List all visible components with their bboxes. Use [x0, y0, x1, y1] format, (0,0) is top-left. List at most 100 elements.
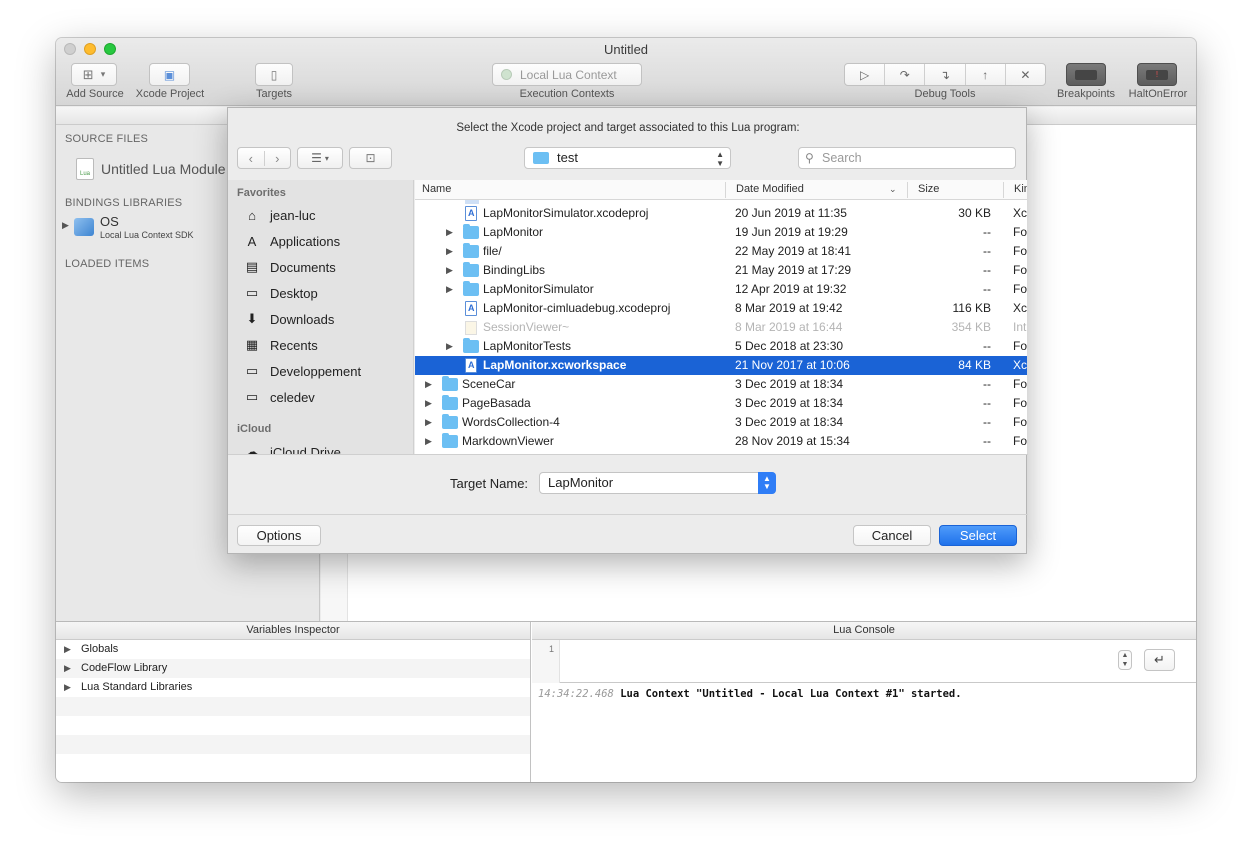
favorite-icloud-drive[interactable]: ☁ iCloud Drive — [242, 442, 341, 454]
file-row[interactable]: LapMonitor-cimluadebug.xcodeproj 8 Mar 2… — [415, 299, 1027, 318]
target-name-popup[interactable]: LapMonitor ▲ ▼ — [539, 472, 776, 494]
disclosure-triangle-icon[interactable]: ▶ — [64, 640, 71, 659]
add-source-button[interactable]: ⊞ ▾ — [71, 63, 117, 86]
disclosure-triangle-icon[interactable]: ▶ — [425, 413, 432, 432]
xcode-project-button[interactable]: ▣ — [149, 63, 190, 86]
disclosure-triangle-icon[interactable]: ▶ — [62, 220, 69, 231]
variable-row-empty — [56, 754, 530, 773]
favorite-desktop[interactable]: ▭ Desktop — [242, 283, 318, 303]
favorite-applications[interactable]: A Applications — [242, 231, 340, 251]
back-icon[interactable]: ‹ — [238, 150, 265, 166]
favorite-celedev[interactable]: ▭ celedev — [242, 387, 315, 407]
history-stepper[interactable]: ▲ ▼ — [1118, 650, 1132, 670]
target-device-icon: ▯ — [270, 67, 278, 82]
source-file-item[interactable]: Lua Untitled Lua Module — [76, 157, 226, 181]
disclosure-triangle-icon[interactable]: ▶ — [64, 659, 71, 678]
disclosure-triangle-icon[interactable]: ▶ — [425, 394, 432, 413]
select-button[interactable]: Select — [939, 525, 1017, 546]
file-row[interactable]: ▶ WordsCollection-4 3 Dec 2019 at 18:34 … — [415, 413, 1027, 432]
disclosure-triangle-icon[interactable]: ▶ — [446, 337, 453, 356]
disclosure-triangle-icon[interactable]: ▶ — [425, 375, 432, 394]
column-date-modified[interactable]: Date Modified — [736, 183, 804, 195]
favorites-heading: Favorites — [237, 187, 286, 199]
log-timestamp: 14:34:22.468 — [538, 688, 614, 700]
search-placeholder: Search — [822, 151, 862, 165]
forward-icon[interactable]: › — [265, 151, 291, 166]
disclosure-triangle-icon[interactable]: ▶ — [446, 280, 453, 299]
file-kind: Fo — [1013, 282, 1027, 296]
disclosure-triangle-icon[interactable]: ▶ — [446, 261, 453, 280]
add-source-label: Add Source — [66, 88, 124, 100]
column-size[interactable]: Size — [918, 183, 939, 195]
execution-context-selector[interactable]: Local Lua Context — [492, 63, 642, 86]
targets-button[interactable]: ▯ — [255, 63, 293, 86]
disclosure-triangle-icon[interactable]: ▶ — [64, 678, 71, 697]
file-kind: Fo — [1013, 396, 1027, 410]
file-date: 21 May 2019 at 17:29 — [735, 263, 852, 277]
file-row[interactable]: ▶ MarkdownViewer 28 Nov 2019 at 15:34 --… — [415, 432, 1027, 451]
options-button[interactable]: Options — [237, 525, 321, 546]
file-row[interactable]: ▶ file/ 22 May 2019 at 18:41 -- Fo — [415, 242, 1027, 261]
new-folder-button[interactable]: ⊡ — [349, 147, 392, 169]
file-row[interactable]: ▶ LapMonitor 19 Jun 2019 at 19:29 -- Fo — [415, 223, 1027, 242]
dialog-footer: Options Cancel Select — [228, 514, 1028, 555]
location-popup[interactable]: test ▲ ▼ — [524, 147, 731, 169]
file-size: -- — [983, 396, 991, 410]
execute-button[interactable]: ↵ — [1144, 649, 1175, 671]
step-out-icon[interactable]: ↑ — [966, 64, 1006, 85]
variables-inspector-header: Variables Inspector — [56, 622, 530, 640]
disclosure-triangle-icon[interactable]: ▶ — [425, 432, 432, 451]
file-row[interactable]: ▶ PageBasada 3 Dec 2019 at 18:34 -- Fo — [415, 394, 1027, 413]
file-row[interactable]: ▶ LapMonitorTests 5 Dec 2018 at 23:30 --… — [415, 337, 1027, 356]
loaded-items-heading: LOADED ITEMS — [65, 258, 150, 270]
favorite-documents[interactable]: ▤ Documents — [242, 257, 336, 277]
desktop-icon: ▭ — [245, 285, 259, 300]
variable-row-lua-std[interactable]: ▶ Lua Standard Libraries — [56, 678, 530, 697]
column-separator — [725, 182, 726, 198]
view-mode-button[interactable]: ☰ ▾ — [297, 147, 343, 169]
file-row[interactable]: LapMonitorSimulator.xcodeproj 20 Jun 201… — [415, 204, 1027, 223]
favorite-developpement[interactable]: ▭ Developpement — [242, 361, 361, 381]
file-date: 8 Mar 2019 at 16:44 — [735, 320, 843, 334]
column-name[interactable]: Name — [422, 183, 451, 195]
breakpoint-icon — [1075, 69, 1097, 80]
search-field[interactable]: ⚲ Search — [798, 147, 1016, 169]
file-row[interactable]: ▶ SceneCar 3 Dec 2019 at 18:34 -- Fo — [415, 375, 1027, 394]
disclosure-triangle-icon[interactable]: ▶ — [446, 223, 453, 242]
variable-row-codeflow[interactable]: ▶ CodeFlow Library — [56, 659, 530, 678]
halt-on-error-button[interactable]: ! — [1137, 63, 1177, 86]
file-name: WordsCollection-4 — [462, 415, 560, 429]
column-kind[interactable]: Kin — [1014, 183, 1027, 195]
file-name: LapMonitor — [483, 225, 544, 239]
step-into-icon[interactable]: ↴ — [925, 64, 966, 85]
cancel-button[interactable]: Cancel — [853, 525, 931, 546]
window-title: Untitled — [603, 42, 649, 57]
select-xcode-project-dialog: Select the Xcode project and target asso… — [227, 107, 1028, 555]
console-input-area[interactable]: 1 ▲ ▼ ↵ — [532, 640, 1196, 683]
file-size: -- — [983, 434, 991, 448]
favorite-label: celedev — [270, 389, 315, 405]
file-kind: Xc — [1013, 206, 1027, 220]
disclosure-triangle-icon[interactable]: ▶ — [446, 242, 453, 261]
file-name: LapMonitor.xcworkspace — [483, 358, 627, 372]
file-row[interactable]: ▶ BindingLibs 21 May 2019 at 17:29 -- Fo — [415, 261, 1027, 280]
stop-icon[interactable]: ✕ — [1006, 64, 1045, 85]
list-view-icon: ☰ — [311, 151, 322, 165]
favorite-label: Documents — [270, 259, 336, 275]
execution-context-value: Local Lua Context — [520, 67, 617, 82]
file-row[interactable]: ▶ LapMonitorSimulator 12 Apr 2019 at 19:… — [415, 280, 1027, 299]
file-name: SceneCar — [462, 377, 516, 391]
halt-on-error-label: HaltOnError — [1128, 88, 1188, 100]
favorite-downloads[interactable]: ⬇ Downloads — [242, 309, 335, 329]
step-over-icon[interactable]: ↷ — [885, 64, 926, 85]
file-size: 30 KB — [958, 206, 991, 220]
source-files-heading: SOURCE FILES — [65, 133, 149, 145]
variable-row-empty — [56, 697, 530, 716]
breakpoints-button[interactable] — [1066, 63, 1106, 86]
file-name: file/ — [483, 244, 502, 258]
variable-row-globals[interactable]: ▶ Globals — [56, 640, 530, 659]
favorite-recents[interactable]: ▦ Recents — [242, 335, 318, 355]
file-row-selected[interactable]: LapMonitor.xcworkspace 21 Nov 2017 at 10… — [415, 356, 1027, 375]
run-icon[interactable]: ▷ — [845, 64, 886, 85]
favorite-home[interactable]: ⌂ jean-luc — [242, 205, 315, 225]
